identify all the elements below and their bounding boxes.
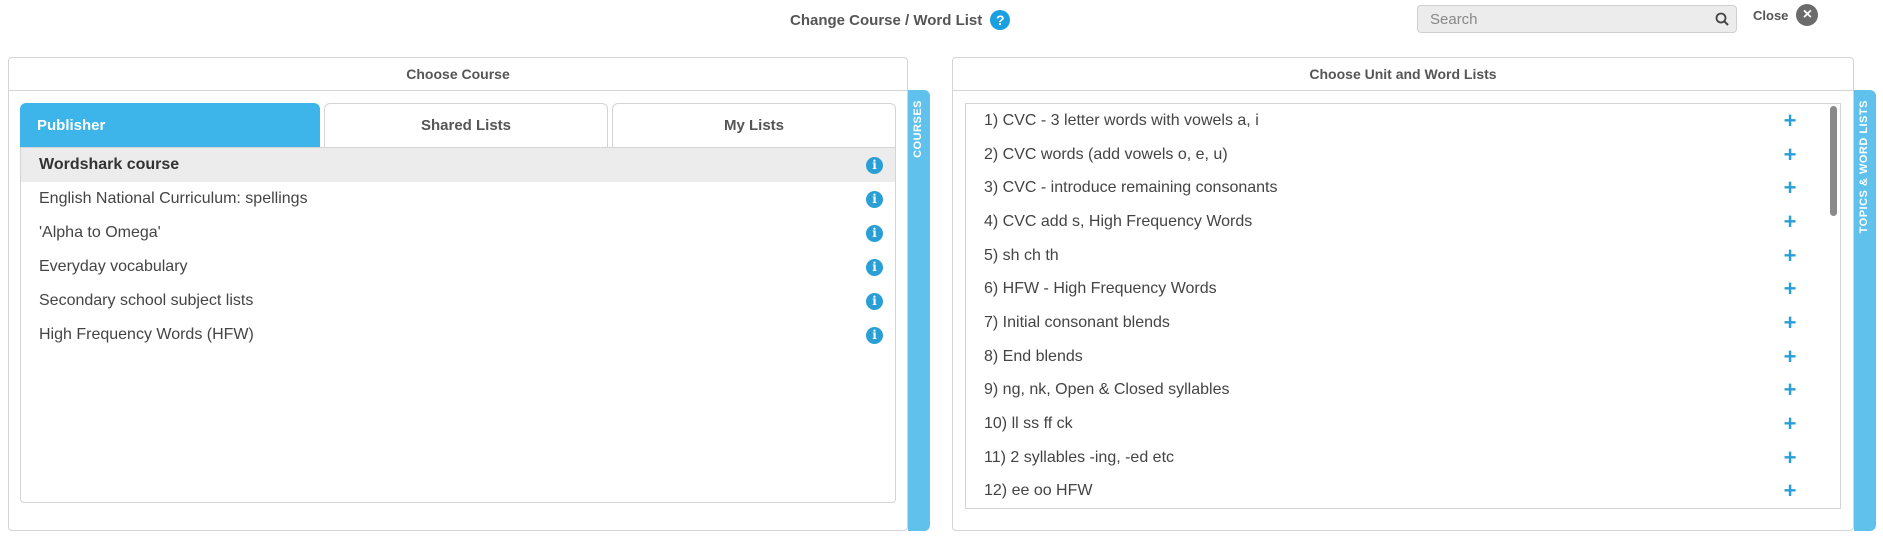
unit-list: 1) CVC - 3 letter words with vowels a, i… <box>965 103 1841 509</box>
side-tab-label: COURSES <box>912 100 924 158</box>
list-item[interactable]: 5) sh ch th + <box>966 239 1840 273</box>
unit-label: 2) CVC words (add vowels o, e, u) <box>984 145 1228 163</box>
list-item[interactable]: High Frequency Words (HFW) i <box>21 318 895 352</box>
choose-unit-panel: Choose Unit and Word Lists 1) CVC - 3 le… <box>952 57 1854 531</box>
course-list: Wordshark course i English National Curr… <box>20 147 896 503</box>
course-label: English National Curriculum: spellings <box>39 190 308 207</box>
info-icon[interactable]: i <box>866 258 883 276</box>
close-icon[interactable]: × <box>1796 4 1819 26</box>
unit-label: 10) ll ss ff ck <box>984 415 1073 433</box>
plus-icon[interactable]: + <box>1782 177 1798 199</box>
list-item[interactable]: English National Curriculum: spellings i <box>21 182 895 216</box>
course-label: High Frequency Words (HFW) <box>39 326 254 343</box>
search-box <box>1417 5 1737 33</box>
info-icon[interactable]: i <box>866 224 883 242</box>
list-item[interactable]: 9) ng, nk, Open & Closed syllables + <box>966 374 1840 408</box>
courses-side-tab[interactable]: COURSES <box>908 90 930 531</box>
info-icon[interactable]: i <box>866 156 883 174</box>
plus-icon[interactable]: + <box>1782 278 1798 300</box>
topics-side-tab[interactable]: TOPICS & WORD LISTS <box>1854 90 1876 531</box>
unit-label: 7) Initial consonant blends <box>984 313 1170 331</box>
unit-label: 1) CVC - 3 letter words with vowels a, i <box>984 111 1259 129</box>
list-item[interactable]: 10) ll ss ff ck + <box>966 407 1840 441</box>
unit-label: 5) sh ch th <box>984 246 1059 264</box>
close-label: Close <box>1753 7 1789 23</box>
info-icon[interactable]: i <box>866 292 883 310</box>
info-icon[interactable]: i <box>866 190 883 208</box>
unit-label: 3) CVC - introduce remaining consonants <box>984 179 1278 197</box>
unit-label: 9) ng, nk, Open & Closed syllables <box>984 381 1230 399</box>
list-item[interactable]: 7) Initial consonant blends + <box>966 306 1840 340</box>
close-button[interactable]: Close × <box>1753 4 1819 26</box>
panel-title: Choose Course <box>9 58 907 91</box>
tab-shared-lists[interactable]: Shared Lists <box>324 103 608 147</box>
plus-icon[interactable]: + <box>1782 480 1798 502</box>
list-item[interactable]: Wordshark course i <box>21 148 895 182</box>
plus-icon[interactable]: + <box>1782 413 1798 435</box>
list-item[interactable]: Everyday vocabulary i <box>21 250 895 284</box>
search-icon[interactable] <box>1708 5 1736 33</box>
list-item[interactable]: 11) 2 syllables -ing, -ed etc + <box>966 441 1840 475</box>
plus-icon[interactable]: + <box>1782 311 1798 334</box>
dialog-title-text: Change Course / Word List <box>790 11 983 29</box>
plus-icon[interactable]: + <box>1782 244 1798 267</box>
plus-icon[interactable]: + <box>1782 109 1798 132</box>
info-icon[interactable]: i <box>866 326 883 344</box>
course-label: 'Alpha to Omega' <box>39 224 161 241</box>
choose-course-panel: Choose Course Publisher Shared Lists My … <box>8 57 908 531</box>
list-item[interactable]: 6) HFW - High Frequency Words + <box>966 272 1840 306</box>
scrollbar-thumb[interactable] <box>1830 106 1837 216</box>
course-label: Wordshark course <box>39 156 180 173</box>
plus-icon[interactable]: + <box>1782 446 1798 469</box>
list-item[interactable]: 3) CVC - introduce remaining consonants + <box>966 171 1840 205</box>
plus-icon[interactable]: + <box>1782 345 1798 368</box>
unit-label: 6) HFW - High Frequency Words <box>984 280 1217 298</box>
list-item[interactable]: Secondary school subject lists i <box>21 284 895 318</box>
list-item[interactable]: 'Alpha to Omega' i <box>21 216 895 250</box>
list-item[interactable]: 2) CVC words (add vowels o, e, u) + <box>966 138 1840 172</box>
list-item[interactable]: 1) CVC - 3 letter words with vowels a, i… <box>966 104 1840 138</box>
unit-label: 11) 2 syllables -ing, -ed etc <box>984 448 1175 466</box>
course-label: Everyday vocabulary <box>39 258 188 275</box>
course-tabs: Publisher Shared Lists My Lists <box>20 103 896 147</box>
tab-publisher[interactable]: Publisher <box>20 103 320 147</box>
unit-label: 8) End blends <box>984 347 1083 365</box>
help-icon[interactable]: ? <box>990 10 1011 30</box>
list-item[interactable]: 12) ee oo HFW + <box>966 475 1840 508</box>
list-item[interactable]: 4) CVC add s, High Frequency Words + <box>966 205 1840 239</box>
plus-icon[interactable]: + <box>1782 210 1798 233</box>
plus-icon[interactable]: + <box>1782 379 1798 401</box>
side-tab-label: TOPICS & WORD LISTS <box>1858 100 1870 234</box>
search-input[interactable] <box>1418 10 1708 28</box>
course-label: Secondary school subject lists <box>39 292 254 309</box>
plus-icon[interactable]: + <box>1782 143 1798 166</box>
list-item[interactable]: 8) End blends + <box>966 340 1840 374</box>
panel-title: Choose Unit and Word Lists <box>953 58 1853 91</box>
dialog-title: Change Course / Word List ? <box>790 10 1011 30</box>
unit-label: 4) CVC add s, High Frequency Words <box>984 212 1253 230</box>
unit-label: 12) ee oo HFW <box>984 482 1093 500</box>
tab-my-lists[interactable]: My Lists <box>612 103 896 147</box>
